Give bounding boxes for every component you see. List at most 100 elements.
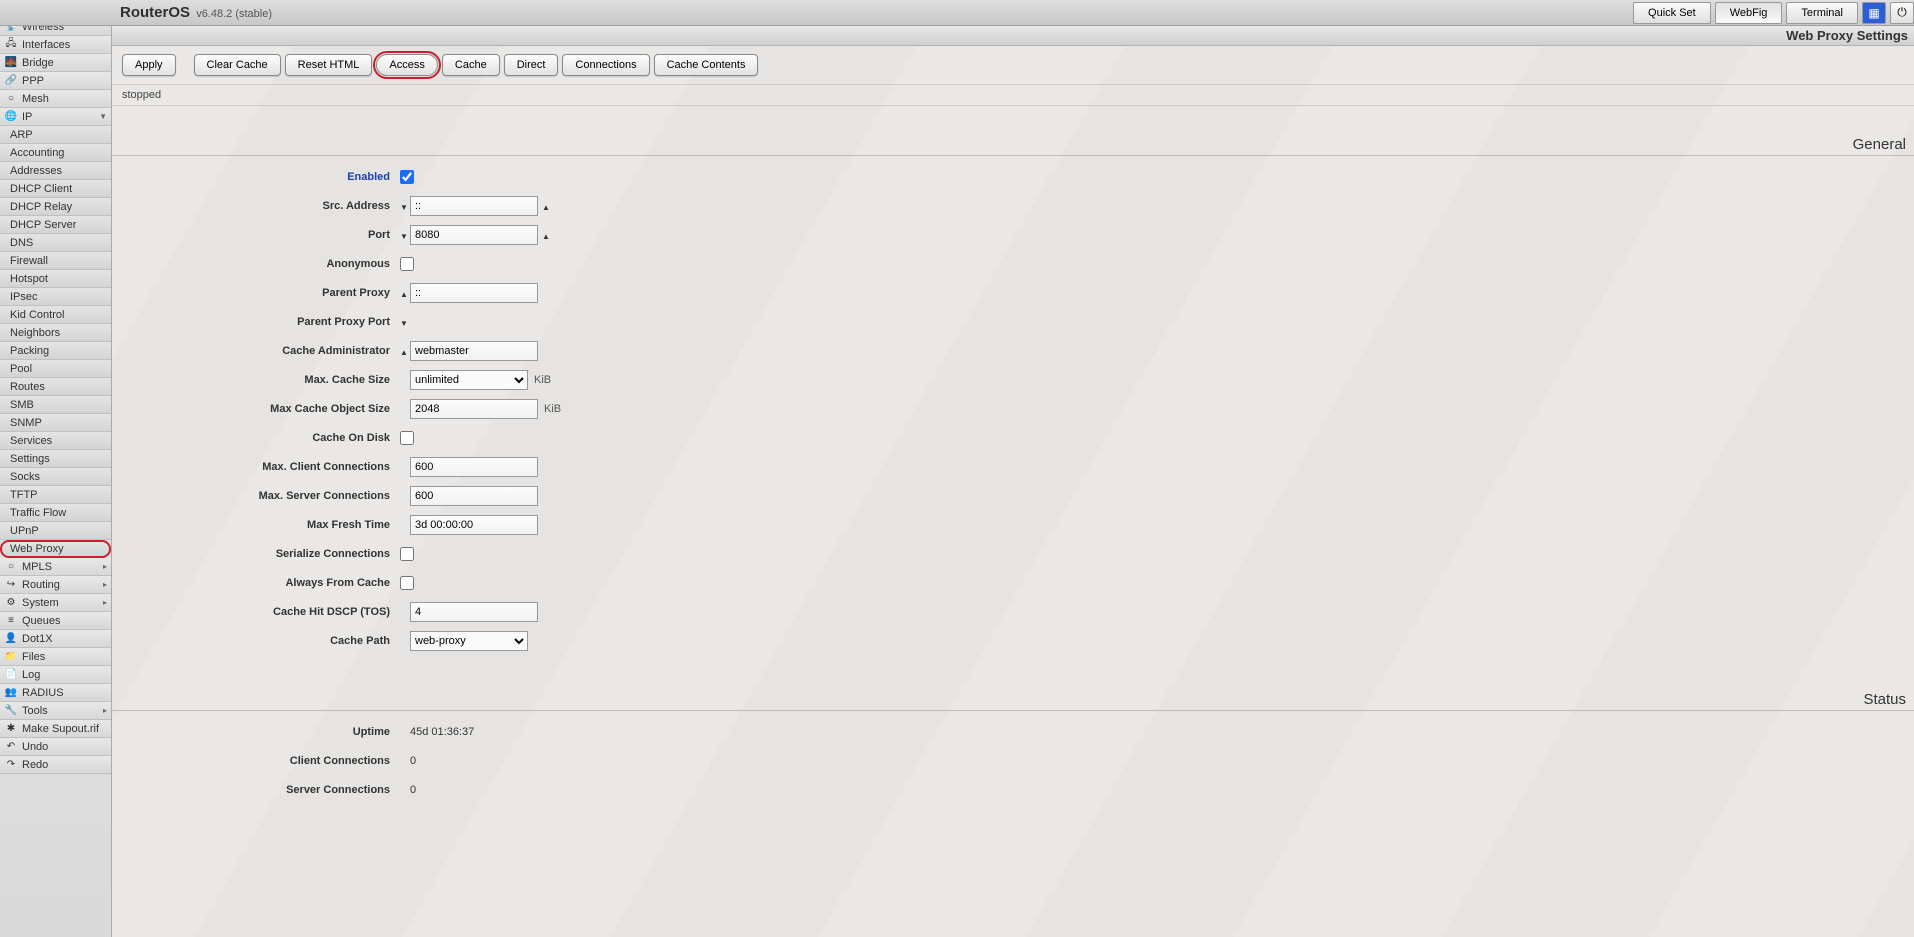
cache-path-select[interactable]: web-proxy <box>410 631 528 651</box>
sidebar-item-make-supoutrif[interactable]: ✱Make Supout.rif <box>0 720 111 738</box>
sidebar-sub-arp[interactable]: ARP <box>0 126 111 144</box>
sidebar-item-radius[interactable]: 👥RADIUS <box>0 684 111 702</box>
menu-icon: ↷ <box>4 758 18 772</box>
sidebar-sub-upnp[interactable]: UPnP <box>0 522 111 540</box>
sidebar-item-dot1x[interactable]: 👤Dot1X <box>0 630 111 648</box>
webfig-button[interactable]: WebFig <box>1715 2 1783 24</box>
sidebar-sub-pool[interactable]: Pool <box>0 360 111 378</box>
enabled-checkbox[interactable] <box>400 170 414 184</box>
label-cache-path: Cache Path <box>112 635 400 647</box>
sidebar-item-log[interactable]: 📄Log <box>0 666 111 684</box>
sidebar-sub-web-proxy[interactable]: Web Proxy <box>0 540 111 558</box>
serialize-checkbox[interactable] <box>400 547 414 561</box>
sidebar-sub-socks[interactable]: Socks <box>0 468 111 486</box>
src-address-input[interactable] <box>410 196 538 216</box>
sidebar-item-label: Tools <box>22 705 48 717</box>
sidebar-sub-hotspot[interactable]: Hotspot <box>0 270 111 288</box>
sidebar-sub-dhcp-relay[interactable]: DHCP Relay <box>0 198 111 216</box>
sidebar-sub-settings[interactable]: Settings <box>0 450 111 468</box>
sidebar-sub-dhcp-client[interactable]: DHCP Client <box>0 180 111 198</box>
chevron-down-icon: ▼ <box>99 112 107 121</box>
port-input[interactable] <box>410 225 538 245</box>
dscp-input[interactable] <box>410 602 538 622</box>
sidebar-sub-ipsec[interactable]: IPsec <box>0 288 111 306</box>
sidebar-sub-dns[interactable]: DNS <box>0 234 111 252</box>
max-cache-size-select[interactable]: unlimited <box>410 370 528 390</box>
sidebar-item-interfaces[interactable]: 🖧Interfaces <box>0 36 111 54</box>
direct-button[interactable]: Direct <box>504 54 559 76</box>
port-add-icon[interactable] <box>542 230 552 240</box>
section-general: General <box>112 132 1914 156</box>
sidebar-item-bridge[interactable]: 🌉Bridge <box>0 54 111 72</box>
src-add-icon[interactable] <box>542 201 552 211</box>
sidebar-item-label: PPP <box>22 75 44 87</box>
menu-icon: ≡ <box>4 614 18 628</box>
sidebar-sub-traffic-flow[interactable]: Traffic Flow <box>0 504 111 522</box>
sidebar-sub-routes[interactable]: Routes <box>0 378 111 396</box>
sidebar-sub-packing[interactable]: Packing <box>0 342 111 360</box>
sidebar-item-ip[interactable]: 🌐IP▼ <box>0 108 111 126</box>
sidebar-item-label: Files <box>22 651 45 663</box>
cache-button[interactable]: Cache <box>442 54 500 76</box>
sidebar-sub-tftp[interactable]: TFTP <box>0 486 111 504</box>
sidebar-item-files[interactable]: 📁Files <box>0 648 111 666</box>
sidebar-sub-smb[interactable]: SMB <box>0 396 111 414</box>
sidebar-item-tools[interactable]: 🔧Tools▸ <box>0 702 111 720</box>
clear-cache-button[interactable]: Clear Cache <box>194 54 281 76</box>
sidebar-item-undo[interactable]: ↶Undo <box>0 738 111 756</box>
label-always-cache: Always From Cache <box>112 577 400 589</box>
max-cache-obj-input[interactable] <box>410 399 538 419</box>
sidebar-item-mesh[interactable]: ○Mesh <box>0 90 111 108</box>
access-button[interactable]: Access <box>376 54 437 76</box>
label-max-fresh: Max Fresh Time <box>112 519 400 531</box>
cache-on-disk-checkbox[interactable] <box>400 431 414 445</box>
always-cache-checkbox[interactable] <box>400 576 414 590</box>
sidebar-sub-neighbors[interactable]: Neighbors <box>0 324 111 342</box>
anonymous-checkbox[interactable] <box>400 257 414 271</box>
max-server-conn-input[interactable] <box>410 486 538 506</box>
sidebar-item-queues[interactable]: ≡Queues <box>0 612 111 630</box>
label-serialize: Serialize Connections <box>112 548 400 560</box>
sidebar-sub-snmp[interactable]: SNMP <box>0 414 111 432</box>
sidebar-item-redo[interactable]: ↷Redo <box>0 756 111 774</box>
src-collapse-icon[interactable] <box>400 201 410 211</box>
dashboard-icon[interactable]: ▦ <box>1862 2 1886 24</box>
sidebar-sub-firewall[interactable]: Firewall <box>0 252 111 270</box>
form-general: Enabled Src. Address Port <box>112 156 1914 661</box>
topbar: RouterOS v6.48.2 (stable) Quick Set WebF… <box>112 0 1914 26</box>
label-enabled[interactable]: Enabled <box>112 171 400 183</box>
sidebar-sub-kid-control[interactable]: Kid Control <box>0 306 111 324</box>
max-client-conn-input[interactable] <box>410 457 538 477</box>
apply-button[interactable]: Apply <box>122 54 176 76</box>
parent-proxy-input[interactable] <box>410 283 538 303</box>
sidebar-item-mpls[interactable]: ○MPLS▸ <box>0 558 111 576</box>
sidebar-sub-services[interactable]: Services <box>0 432 111 450</box>
cache-admin-collapse-icon[interactable] <box>400 346 410 356</box>
sidebar-sub-accounting[interactable]: Accounting <box>0 144 111 162</box>
max-fresh-input[interactable] <box>410 515 538 535</box>
label-max-server-conn: Max. Server Connections <box>112 490 400 502</box>
logout-icon[interactable]: ⏻ <box>1890 2 1914 24</box>
quickset-button[interactable]: Quick Set <box>1633 2 1711 24</box>
cache-admin-input[interactable] <box>410 341 538 361</box>
parent-proxy-collapse-icon[interactable] <box>400 288 410 298</box>
parent-proxy-port-collapse-icon[interactable] <box>400 317 410 327</box>
sidebar-item-label: Make Supout.rif <box>22 723 99 735</box>
label-max-cache-obj: Max Cache Object Size <box>112 403 400 415</box>
menu-icon: ○ <box>4 560 18 574</box>
sidebar-item-system[interactable]: ⚙System▸ <box>0 594 111 612</box>
connections-button[interactable]: Connections <box>562 54 649 76</box>
reset-html-button[interactable]: Reset HTML <box>285 54 373 76</box>
sidebar-sub-addresses[interactable]: Addresses <box>0 162 111 180</box>
sidebar-item-label: Dot1X <box>22 633 53 645</box>
sidebar-sub-dhcp-server[interactable]: DHCP Server <box>0 216 111 234</box>
chevron-right-icon: ▸ <box>103 562 107 571</box>
sidebar-item-ppp[interactable]: 🔗PPP <box>0 72 111 90</box>
cache-contents-button[interactable]: Cache Contents <box>654 54 759 76</box>
sidebar-item-routing[interactable]: ↪Routing▸ <box>0 576 111 594</box>
label-anonymous: Anonymous <box>112 258 400 270</box>
port-collapse-icon[interactable] <box>400 230 410 240</box>
terminal-button[interactable]: Terminal <box>1786 2 1858 24</box>
top-right-buttons: Quick Set WebFig Terminal ▦ ⏻ <box>1629 2 1914 24</box>
menu-icon: 📄 <box>4 668 18 682</box>
